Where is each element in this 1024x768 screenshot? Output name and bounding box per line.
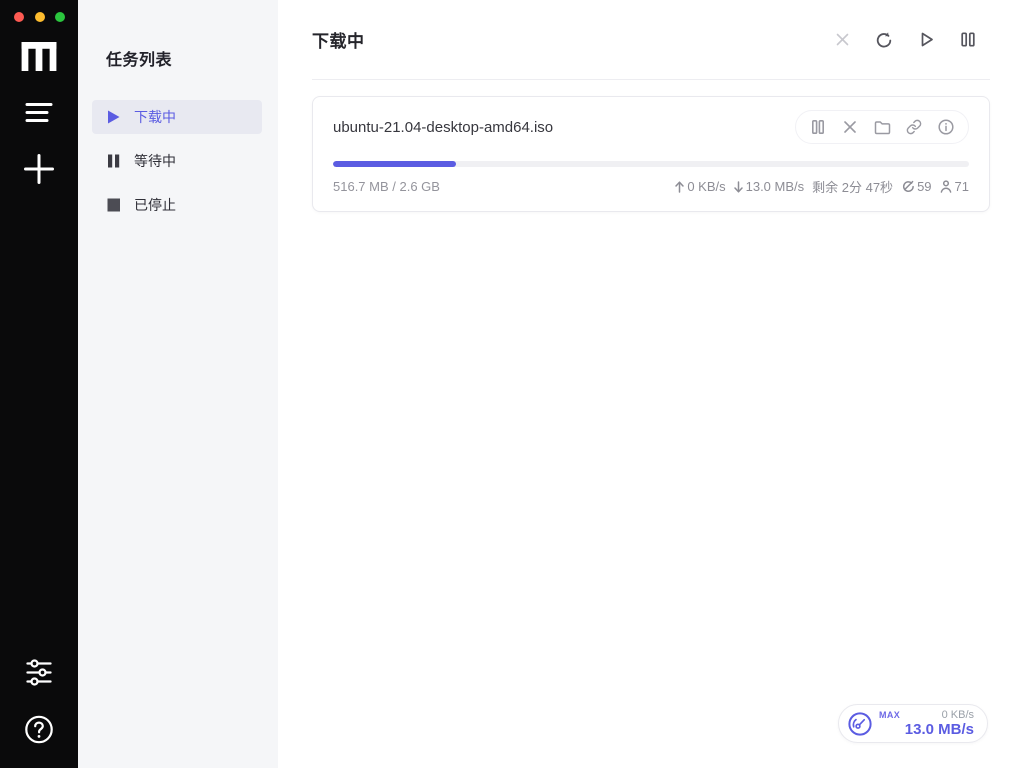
preferences-sliders-icon[interactable] bbox=[24, 657, 55, 688]
progress-fill bbox=[333, 161, 457, 167]
refresh-icon[interactable] bbox=[873, 29, 895, 51]
peers-icon bbox=[940, 180, 951, 193]
task-list-icon[interactable] bbox=[23, 100, 55, 125]
motrix-logo-icon bbox=[20, 40, 59, 73]
close-window-button[interactable] bbox=[14, 12, 24, 22]
zoom-window-button[interactable] bbox=[55, 12, 65, 22]
main-header: 下载中 bbox=[312, 0, 990, 80]
seeders-stat: 59 bbox=[901, 179, 932, 194]
app-window: 任务列表 下载中 等待中 已停止 下载中 ubuntu-21.04-deskto… bbox=[0, 0, 1024, 768]
task-speed-stats: 0 KB/s 13.0 MB/s 剩余 2分 47秒 59 71 bbox=[675, 177, 969, 196]
connections-stat: 71 bbox=[940, 179, 969, 194]
download-speed-stat: 13.0 MB/s bbox=[733, 179, 804, 194]
upload-speed-stat: 0 KB/s bbox=[675, 179, 726, 194]
window-controls bbox=[14, 12, 65, 22]
download-task-card[interactable]: ubuntu-21.04-desktop-amd64.iso 516.7 MB … bbox=[312, 96, 990, 212]
nav-rail bbox=[0, 0, 78, 768]
upload-arrow-icon bbox=[675, 180, 685, 193]
resume-all-icon[interactable] bbox=[916, 29, 937, 50]
global-download-speed: 13.0 MB/s bbox=[904, 721, 974, 739]
speedometer-icon bbox=[848, 711, 872, 736]
sidebar-title: 任务列表 bbox=[106, 52, 173, 69]
task-name: ubuntu-21.04-desktop-amd64.iso bbox=[333, 118, 554, 136]
delete-selected-icon[interactable] bbox=[833, 30, 852, 49]
header-toolbar bbox=[833, 29, 990, 51]
main-panel: 下载中 ubuntu-21.04-desktop-amd64.iso 516.7… bbox=[278, 0, 1024, 768]
sidebar-item-label: 等待中 bbox=[134, 153, 176, 169]
max-speed-label: MAX bbox=[879, 709, 901, 720]
copy-link-icon[interactable] bbox=[898, 112, 930, 142]
page-title: 下载中 bbox=[312, 32, 365, 51]
pause-icon bbox=[107, 154, 122, 168]
sidebar-item-label: 已停止 bbox=[134, 197, 176, 213]
task-info-icon[interactable] bbox=[930, 112, 962, 142]
global-upload-speed: 0 KB/s bbox=[941, 708, 974, 721]
task-status-list: 下载中 等待中 已停止 bbox=[92, 100, 262, 222]
task-size-text: 516.7 MB / 2.6 GB bbox=[333, 179, 440, 194]
task-pause-icon[interactable] bbox=[802, 112, 834, 142]
sidebar: 任务列表 下载中 等待中 已停止 bbox=[78, 0, 278, 768]
global-speed-widget[interactable]: MAX 0 KB/s 13.0 MB/s bbox=[838, 704, 988, 743]
task-action-toolbar bbox=[795, 110, 969, 144]
seeders-icon bbox=[903, 180, 914, 192]
sidebar-item-waiting[interactable]: 等待中 bbox=[92, 144, 262, 178]
minimize-window-button[interactable] bbox=[34, 12, 45, 22]
task-delete-icon[interactable] bbox=[834, 112, 866, 142]
download-arrow-icon bbox=[733, 180, 743, 193]
open-folder-icon[interactable] bbox=[866, 112, 898, 142]
remaining-time-stat: 剩余 2分 47秒 bbox=[812, 180, 894, 195]
progress-bar bbox=[333, 161, 969, 167]
add-task-icon[interactable] bbox=[22, 152, 56, 186]
stop-icon bbox=[107, 198, 122, 212]
sidebar-item-label: 下载中 bbox=[134, 109, 176, 125]
help-icon[interactable] bbox=[23, 713, 56, 746]
play-icon bbox=[107, 110, 122, 124]
sidebar-item-stopped[interactable]: 已停止 bbox=[92, 188, 262, 222]
sidebar-item-downloading[interactable]: 下载中 bbox=[92, 100, 262, 134]
pause-all-icon[interactable] bbox=[958, 29, 978, 50]
